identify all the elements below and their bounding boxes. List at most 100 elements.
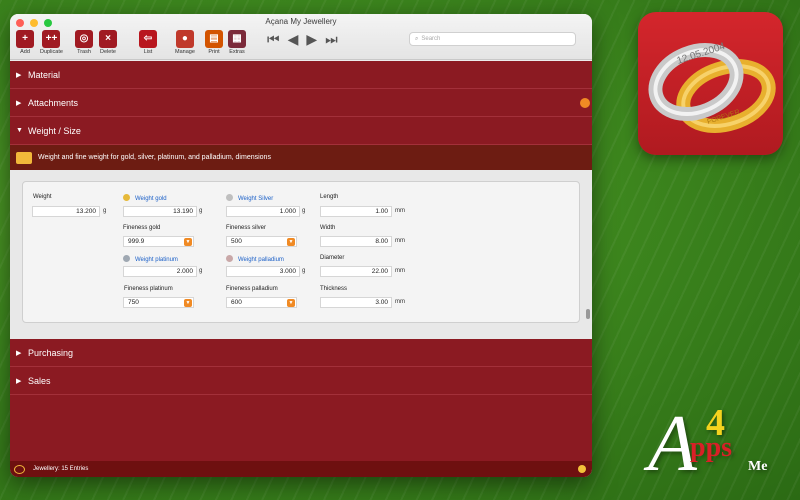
section-sales[interactable]: ▶ Sales [10, 367, 592, 395]
section-weight-size[interactable]: ▼ Weight / Size [10, 117, 592, 145]
duplicate-button[interactable]: ++ Duplicate [40, 30, 63, 55]
weight-silver-unit: g [302, 208, 306, 214]
list-icon: ⇦ [139, 30, 157, 48]
section-material[interactable]: ▶ Material [10, 61, 592, 89]
trash-button[interactable]: ◎ Trash [75, 30, 93, 55]
last-record-icon[interactable]: ⏭ [325, 31, 338, 47]
gold-coin-icon [123, 194, 130, 201]
trash-icon: ◎ [75, 30, 93, 48]
list-label: List [143, 49, 153, 55]
weight-silver-label[interactable]: Weight Silver [226, 194, 273, 202]
weight-size-panel: Weight 13.200 g Weight gold 13.190 g Fin… [22, 181, 580, 323]
diameter-field[interactable]: 22.00 [320, 266, 392, 277]
thickness-field[interactable]: 3.00 [320, 297, 392, 308]
window-title: Açana My Jewellery [265, 17, 337, 26]
weight-gold-label[interactable]: Weight gold [123, 194, 167, 202]
chevron-down-icon: ▼ [16, 127, 23, 134]
list-button[interactable]: ⇦ List [139, 30, 157, 55]
section-material-label: Material [28, 69, 61, 80]
manage-button[interactable]: ● Manage [175, 30, 195, 55]
length-unit: mm [395, 208, 405, 214]
add-label: Add [20, 49, 30, 55]
weight-unit: g [103, 208, 107, 214]
section-sales-label: Sales [28, 375, 51, 386]
brand-me: Me [748, 459, 768, 474]
width-unit: mm [395, 238, 405, 244]
previous-record-icon[interactable]: ◀ [288, 31, 299, 47]
section-attachments-label: Attachments [28, 97, 79, 108]
app-icon: 12.05.2004 FOREVER [638, 12, 783, 155]
width-field[interactable]: 8.00 [320, 236, 392, 247]
duplicate-label: Duplicate [40, 49, 63, 55]
weight-palladium-field[interactable]: 3.000 [226, 266, 300, 277]
first-record-icon[interactable]: ⏮ [267, 31, 280, 47]
trash-label: Trash [77, 49, 91, 55]
section-weight-size-label: Weight / Size [28, 125, 81, 136]
weight-label: Weight [33, 194, 52, 200]
weight-palladium-label[interactable]: Weight palladium [226, 255, 284, 263]
scale-icon [16, 151, 32, 164]
weight-platinum-label[interactable]: Weight platinum [123, 255, 178, 263]
wedding-rings-icon: 12.05.2004 FOREVER [648, 41, 776, 133]
grid-icon: ▦ [228, 30, 246, 48]
chevron-right-icon: ▶ [16, 377, 22, 385]
chevron-down-icon: ▼ [184, 299, 192, 307]
chevron-right-icon: ▶ [16, 99, 22, 107]
thickness-unit: mm [395, 299, 405, 305]
length-label: Length [320, 194, 339, 200]
search-input[interactable]: ⌕ Search [409, 32, 576, 46]
silver-coin-icon [226, 194, 233, 201]
fineness-platinum-label: Fineness platinum [124, 286, 173, 292]
status-bar: Jewellery: 15 Entries [10, 461, 592, 477]
printer-icon: ▤ [205, 30, 223, 48]
add-button[interactable]: + Add [16, 30, 34, 55]
weight-platinum-field[interactable]: 2.000 [123, 266, 197, 277]
fineness-silver-label: Fineness silver [226, 225, 267, 231]
section-info-text: Weight and fine weight for gold, silver,… [38, 154, 271, 161]
weight-size-panel-wrap: Weight 13.200 g Weight gold 13.190 g Fin… [10, 170, 592, 339]
weight-platinum-unit: g [199, 268, 203, 274]
diameter-unit: mm [395, 268, 405, 274]
weight-field[interactable]: 13.200 [32, 206, 100, 217]
search-icon: ⌕ [415, 36, 419, 42]
apps4me-logo: A 4 pps Me [648, 404, 767, 484]
weight-palladium-unit: g [302, 268, 306, 274]
fineness-silver-select[interactable]: 500 ▼ [226, 236, 297, 247]
fineness-gold-select[interactable]: 999.9 ▼ [123, 236, 194, 247]
fineness-palladium-label: Fineness palladium [226, 286, 278, 292]
section-purchasing[interactable]: ▶ Purchasing [10, 339, 592, 367]
delete-button[interactable]: × Delete [99, 30, 117, 55]
rings-icon [14, 464, 25, 474]
weight-gold-field[interactable]: 13.190 [123, 206, 197, 217]
next-record-icon[interactable]: ▶ [306, 31, 317, 47]
title-bar: Açana My Jewellery + Add ++ Duplicate ◎ … [10, 14, 592, 60]
diameter-label: Diameter [320, 255, 345, 261]
fineness-gold-label: Fineness gold [123, 225, 161, 231]
weight-silver-field[interactable]: 1.000 [226, 206, 300, 217]
record-navigation: ⏮ ◀ ▶ ⏭ [267, 31, 338, 47]
app-window: Açana My Jewellery + Add ++ Duplicate ◎ … [10, 14, 592, 477]
chevron-down-icon: ▼ [287, 238, 295, 246]
print-button[interactable]: ▤ Print [205, 30, 223, 55]
fineness-palladium-select[interactable]: 600 ▼ [226, 297, 297, 308]
section-purchasing-label: Purchasing [28, 347, 74, 358]
chevron-right-icon: ▶ [16, 349, 22, 357]
extras-label: Extras [229, 49, 245, 55]
chevron-down-icon: ▼ [184, 238, 192, 246]
palladium-coin-icon [226, 255, 233, 262]
section-attachments[interactable]: ▶ Attachments [10, 89, 592, 117]
chevron-down-icon: ▼ [287, 299, 295, 307]
record-content: ▶ Material ▶ Attachments ▼ Weight / Size… [10, 61, 592, 461]
thickness-label: Thickness [320, 286, 348, 292]
attachment-badge-icon [580, 98, 590, 108]
extras-button[interactable]: ▦ Extras [228, 30, 246, 55]
fineness-platinum-select[interactable]: 750 ▼ [123, 297, 194, 308]
person-icon: ● [175, 30, 194, 48]
duplicate-icon: ++ [42, 30, 61, 48]
delete-icon: × [99, 30, 117, 48]
scrollbar[interactable] [586, 309, 590, 319]
brand-pps: pps [690, 432, 733, 463]
status-indicator-icon [578, 465, 586, 473]
length-field[interactable]: 1.00 [320, 206, 392, 217]
chevron-right-icon: ▶ [16, 71, 22, 79]
